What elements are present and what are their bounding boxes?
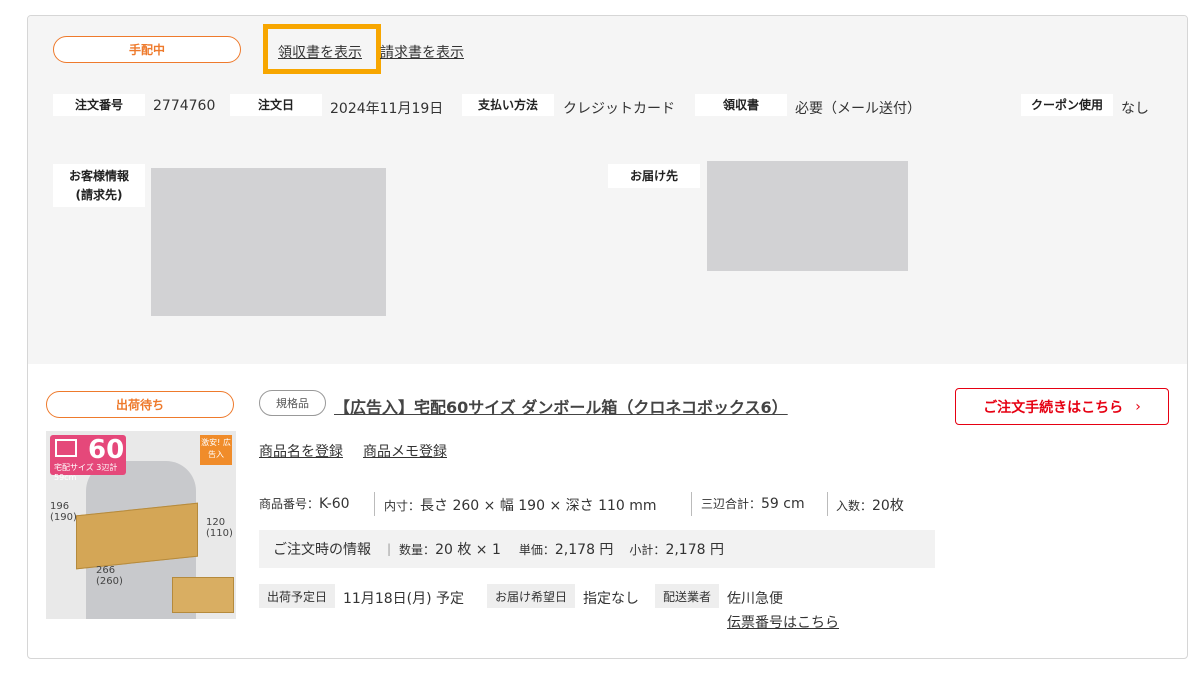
payment-method: クレジットカード bbox=[563, 101, 675, 117]
coupon-label: クーポン使用 bbox=[1021, 94, 1113, 116]
carrier-label: 配送業者 bbox=[655, 584, 719, 608]
quantity-value: 20 枚 × 1 bbox=[435, 542, 501, 558]
product-image-small-box bbox=[172, 577, 234, 613]
ship-date-label: 出荷予定日 bbox=[259, 584, 335, 608]
payment-method-label: 支払い方法 bbox=[462, 94, 554, 116]
receipt-link[interactable]: 領収書を表示 bbox=[278, 42, 362, 62]
billing-info-label: お客様情報 (請求先) bbox=[53, 164, 145, 207]
discount-badge: 激安! 広告入 bbox=[200, 435, 232, 465]
order-date: 2024年11月19日 bbox=[330, 101, 444, 117]
delivery-address-redacted bbox=[707, 161, 908, 271]
size-badge: 60 宅配サイズ 3辺計59cm bbox=[50, 435, 126, 482]
unit-price-label: 単価： bbox=[518, 542, 555, 557]
order-status-badge: 手配中 bbox=[53, 36, 241, 63]
pack-count: 入数：20枚 bbox=[836, 495, 904, 515]
reorder-button-label: ご注文手続きはこちら bbox=[983, 399, 1124, 416]
spec-divider bbox=[374, 492, 375, 516]
size-number: 60 bbox=[88, 435, 125, 465]
dimension-sum-value: 59 cm bbox=[761, 496, 805, 512]
product-number-label: 商品番号： bbox=[259, 497, 320, 511]
product-title-link[interactable]: 【広告入】宅配60サイズ ダンボール箱（クロネコボックス6） bbox=[334, 394, 788, 418]
product-spec-row: 商品番号：K-60 bbox=[259, 495, 350, 512]
tracking-number-link[interactable]: 伝票番号はこちら bbox=[727, 612, 839, 632]
order-card: 手配中 領収書を表示 請求書を表示 注文番号 2774760 注文日 2024年… bbox=[27, 15, 1188, 659]
wish-date: 指定なし bbox=[583, 591, 639, 607]
subtotal-label: 小計： bbox=[629, 542, 666, 557]
inner-dimension-value: 長さ 260 × 幅 190 × 深さ 110 mm bbox=[420, 498, 657, 514]
billing-info-label-line1: お客様情報 bbox=[68, 168, 129, 183]
wish-date-label: お届け希望日 bbox=[487, 584, 575, 608]
pack-count-value: 20枚 bbox=[872, 498, 904, 514]
order-number-label: 注文番号 bbox=[53, 94, 145, 116]
chevron-right-icon: › bbox=[1135, 398, 1141, 415]
coupon-value: なし bbox=[1121, 101, 1149, 117]
quantity-label: 数量： bbox=[399, 542, 436, 557]
receipt-label: 領収書 bbox=[695, 94, 787, 116]
order-time-info: ご注文時の情報 | 数量： 20 枚 × 1 単価： 2,178 円 小計： 2… bbox=[259, 530, 935, 568]
info-divider: | bbox=[387, 542, 392, 556]
register-product-memo-link[interactable]: 商品メモ登録 bbox=[363, 441, 447, 461]
inner-dimension-label: 内寸： bbox=[384, 499, 421, 513]
dim-bottom: 266 (260) bbox=[96, 565, 123, 587]
order-info-label: ご注文時の情報 bbox=[273, 542, 371, 558]
product-number: K-60 bbox=[319, 496, 350, 512]
receipt-value: 必要（メール送付） bbox=[795, 101, 921, 117]
carrier: 佐川急便 bbox=[727, 591, 783, 607]
subtotal-value: 2,178 円 bbox=[665, 542, 724, 558]
order-number: 2774760 bbox=[153, 98, 216, 114]
item-status-badge: 出荷待ち bbox=[46, 391, 234, 418]
spec-divider bbox=[691, 492, 692, 516]
dim-right: 120 (110) bbox=[206, 517, 233, 539]
dimension-sum: 三辺合計：59 cm bbox=[701, 495, 805, 512]
dim-left: 196 (190) bbox=[50, 501, 77, 523]
product-image[interactable]: 60 宅配サイズ 3辺計59cm 激安! 広告入 196 (190) 120 (… bbox=[46, 431, 236, 619]
invoice-link[interactable]: 請求書を表示 bbox=[380, 42, 464, 62]
order-date-label: 注文日 bbox=[230, 94, 322, 116]
delivery-address-label: お届け先 bbox=[608, 164, 700, 188]
reorder-button[interactable]: ご注文手続きはこちら › bbox=[955, 388, 1169, 425]
inner-dimension: 内寸：長さ 260 × 幅 190 × 深さ 110 mm bbox=[384, 495, 657, 515]
box-icon bbox=[55, 439, 77, 457]
unit-price-value: 2,178 円 bbox=[554, 542, 614, 558]
spec-divider bbox=[827, 492, 828, 516]
pack-count-label: 入数： bbox=[836, 499, 873, 513]
ship-date: 11月18日(月) 予定 bbox=[343, 591, 465, 607]
billing-info-redacted bbox=[151, 168, 386, 316]
dimension-sum-label: 三辺合計： bbox=[701, 497, 762, 511]
billing-info-label-line2: (請求先) bbox=[75, 187, 123, 202]
register-product-name-link[interactable]: 商品名を登録 bbox=[259, 441, 343, 461]
standard-product-tag: 規格品 bbox=[259, 390, 326, 416]
order-summary-panel: 手配中 領収書を表示 請求書を表示 注文番号 2774760 注文日 2024年… bbox=[28, 16, 1187, 364]
size-sub: 宅配サイズ 3辺計59cm bbox=[54, 463, 118, 482]
